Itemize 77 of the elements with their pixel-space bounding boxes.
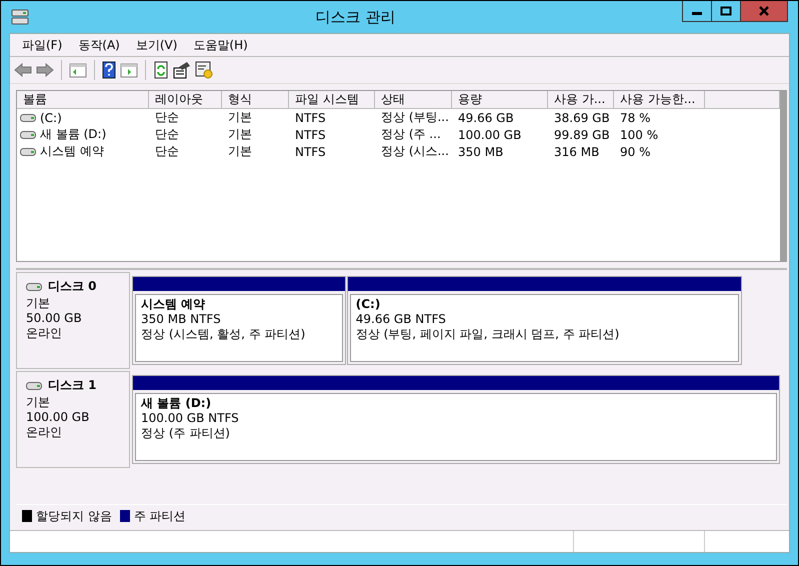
forward-icon[interactable] xyxy=(36,63,54,77)
maximize-button[interactable] xyxy=(712,1,741,22)
table-cell: 정상 (시스... xyxy=(381,143,449,160)
table-cell: 새 볼륨 (D:) xyxy=(40,126,106,143)
table-cell: 단순 xyxy=(155,126,179,143)
disk-size: 100.00 GB xyxy=(26,410,90,425)
legend-label: 할당되지 않음 xyxy=(36,508,112,524)
maximize-icon xyxy=(720,6,732,16)
partition-size: 100.00 GB NTFS xyxy=(141,411,240,426)
table-cell: NTFS xyxy=(295,128,326,142)
drive-icon xyxy=(26,282,42,290)
table-cell: 99.89 GB xyxy=(554,128,610,142)
partition-size: 49.66 GB NTFS xyxy=(356,312,447,327)
table-cell: 단순 xyxy=(155,109,179,126)
disk-type: 기본 xyxy=(26,296,51,311)
disk-name: 디스크 0 xyxy=(48,279,97,294)
disk-status: 온라인 xyxy=(26,326,63,341)
partition-name: 시스템 예약 xyxy=(141,297,206,312)
partition-block[interactable]: 시스템 예약 350 MB NTFS 정상 (시스템, 활성, 주 파티션) xyxy=(132,276,346,365)
partition-block[interactable]: (C:) 49.66 GB NTFS 정상 (부팅, 페이지 파일, 크래시 덤프, 주 파티션) xyxy=(346,276,742,365)
table-cell: 정상 (주 ... xyxy=(381,126,441,143)
column-header[interactable]: 용량 xyxy=(452,91,548,109)
table-cell: 100.00 GB xyxy=(458,128,522,142)
column-header[interactable]: 형식 xyxy=(222,91,289,109)
table-cell: 316 MB xyxy=(554,144,600,158)
disk-name: 디스크 1 xyxy=(48,378,97,393)
menu-item[interactable]: 동작(A) xyxy=(70,36,128,54)
drive-icon xyxy=(20,114,36,122)
disk-size: 50.00 GB xyxy=(26,311,83,326)
column-header[interactable]: 사용 가능한... xyxy=(614,91,705,109)
table-cell: (C:) xyxy=(40,110,62,124)
menu-item[interactable]: 도움말(H) xyxy=(185,36,256,54)
partition-name: 새 볼륨 (D:) xyxy=(141,396,212,411)
settings-icon[interactable] xyxy=(195,61,213,79)
table-cell: 100 % xyxy=(620,128,658,142)
partition-size: 350 MB NTFS xyxy=(141,312,222,327)
menu-item[interactable]: 보기(V) xyxy=(128,36,186,54)
drive-icon xyxy=(20,130,36,138)
table-cell: 78 % xyxy=(620,110,650,124)
close-button[interactable] xyxy=(741,1,788,22)
partition-status: 정상 (부팅, 페이지 파일, 크래시 덤프, 주 파티션) xyxy=(356,327,620,342)
table-cell: NTFS xyxy=(295,144,326,158)
drive-icon xyxy=(26,382,42,390)
table-cell: 90 % xyxy=(620,144,650,158)
column-header[interactable]: 파일 시스템 xyxy=(289,91,375,109)
table-cell: 단순 xyxy=(155,143,179,160)
properties-icon[interactable] xyxy=(173,61,191,79)
table-cell: 38.69 GB xyxy=(554,110,610,124)
partition-status: 정상 (시스템, 활성, 주 파티션) xyxy=(141,327,306,342)
table-cell: 기본 xyxy=(228,143,252,160)
column-header[interactable]: 레이아웃 xyxy=(149,91,222,109)
refresh-icon[interactable] xyxy=(153,61,169,79)
column-header[interactable]: 사용 가... xyxy=(548,91,614,109)
column-header[interactable]: 상태 xyxy=(375,91,452,109)
table-cell: 기본 xyxy=(228,126,252,143)
partition-name: (C:) xyxy=(356,297,382,312)
table-cell: 기본 xyxy=(228,109,252,126)
table-cell: 정상 (부팅... xyxy=(381,109,449,126)
partition-status: 정상 (주 파티션) xyxy=(141,426,231,441)
table-cell: 49.66 GB xyxy=(458,110,514,124)
disk-management-icon xyxy=(11,9,29,25)
column-header[interactable]: 볼륨 xyxy=(17,91,149,109)
disk-type: 기본 xyxy=(26,395,51,410)
panel-icon[interactable] xyxy=(69,62,87,78)
minimize-button[interactable] xyxy=(682,1,712,22)
menu-item[interactable]: 파일(F) xyxy=(14,36,70,54)
disk-status: 온라인 xyxy=(26,425,63,440)
table-cell: NTFS xyxy=(295,110,326,124)
table-cell: 350 MB xyxy=(458,144,504,158)
table-cell: 시스템 예약 xyxy=(40,143,104,160)
window-title: 디스크 관리 xyxy=(314,8,396,26)
close-icon xyxy=(758,6,770,16)
help-icon[interactable] xyxy=(102,61,116,79)
legend-label: 주 파티션 xyxy=(134,508,186,524)
partition-block[interactable]: 새 볼륨 (D:) 100.00 GB NTFS 정상 (주 파티션) xyxy=(132,375,780,464)
drive-icon xyxy=(20,148,36,156)
back-icon[interactable] xyxy=(14,63,32,77)
